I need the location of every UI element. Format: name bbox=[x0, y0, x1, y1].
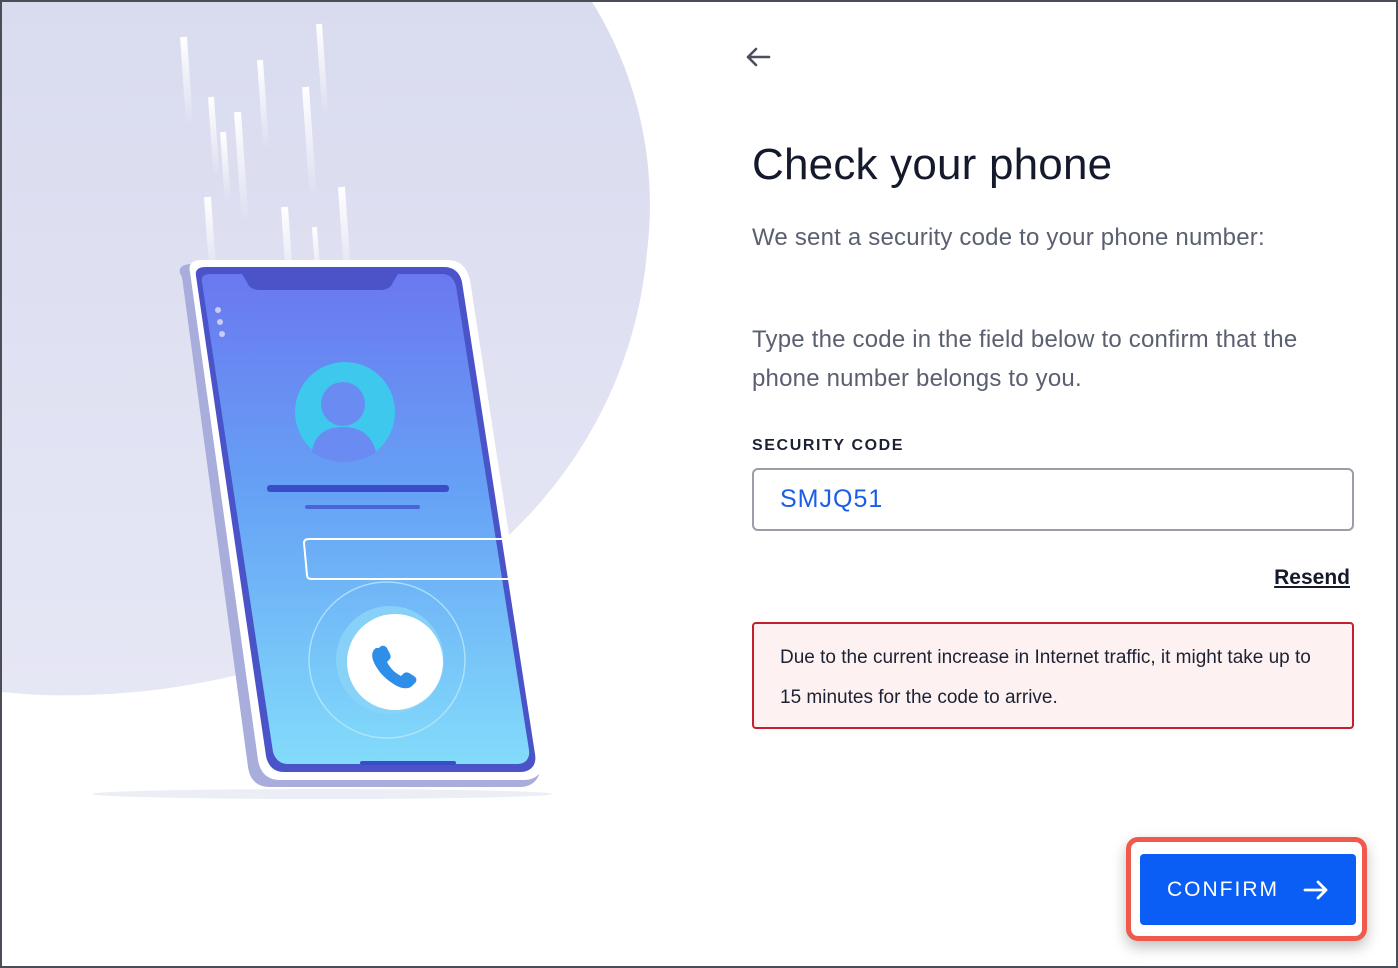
confirm-label: CONFIRM bbox=[1167, 877, 1279, 901]
arrow-left-icon bbox=[746, 47, 771, 67]
security-code-label: SECURITY CODE bbox=[752, 437, 905, 454]
phone-call-illustration bbox=[2, 2, 650, 799]
subtitle-text: We sent a security code to your phone nu… bbox=[752, 224, 1265, 251]
verification-window: Check your phone We sent a security code… bbox=[0, 0, 1398, 968]
page-title: Check your phone bbox=[752, 140, 1113, 189]
alert-text: Due to the current increase in Internet … bbox=[780, 647, 1311, 708]
confirm-button[interactable]: CONFIRM bbox=[1140, 854, 1356, 925]
traffic-alert: Due to the current increase in Internet … bbox=[752, 622, 1354, 729]
back-button[interactable] bbox=[742, 42, 774, 72]
security-code-input[interactable] bbox=[752, 468, 1354, 531]
arrow-right-icon bbox=[1303, 880, 1329, 900]
resend-link[interactable]: Resend bbox=[1274, 566, 1350, 590]
instruction-text: Type the code in the field below to conf… bbox=[752, 326, 1298, 392]
